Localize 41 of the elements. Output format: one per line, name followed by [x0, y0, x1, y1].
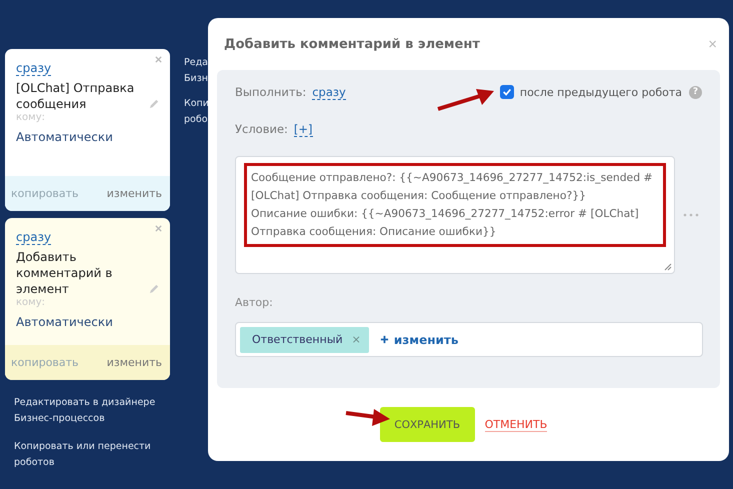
- side-link-fragment: робо: [184, 113, 209, 127]
- checkbox-label: после предыдущего робота: [520, 86, 682, 98]
- delay-link[interactable]: сразу: [16, 61, 52, 76]
- side-link[interactable]: Копировать или перенести роботов: [14, 439, 170, 471]
- more-icon[interactable]: [683, 213, 699, 217]
- card-title: [OLChat] Отправка сообщения: [16, 80, 136, 112]
- delay-link[interactable]: сразу: [16, 230, 52, 245]
- pencil-icon[interactable]: [149, 283, 160, 294]
- author-label: Автор:: [235, 296, 274, 309]
- recipient-value: Автоматически: [16, 315, 114, 329]
- close-icon[interactable]: [155, 225, 162, 232]
- side-link[interactable]: Редактировать в дизайнере Бизнес-процессов: [14, 395, 170, 427]
- side-link-fragment: Копи: [184, 97, 210, 111]
- cancel-link[interactable]: ОТМЕНИТЬ: [484, 418, 548, 432]
- side-link-fragment: Реда: [184, 56, 209, 70]
- run-label: Выполнить:: [235, 85, 306, 99]
- pencil-icon[interactable]: [149, 98, 160, 109]
- annotation-arrow: [344, 408, 392, 428]
- annotation-arrow: [436, 88, 496, 112]
- comment-field[interactable]: [235, 156, 675, 274]
- close-icon[interactable]: [155, 56, 162, 63]
- resize-grip-icon[interactable]: [664, 263, 672, 271]
- card-title: Добавить комментарий в элемент: [16, 249, 114, 297]
- edit-link[interactable]: изменить: [106, 187, 162, 200]
- dialog-title: Добавить комментарий в элемент: [224, 36, 480, 52]
- checkmark-icon: [502, 87, 512, 97]
- change-link[interactable]: изменить: [394, 332, 458, 346]
- comment-text: Описание ошибки: {{~A90673_14696_27277_14752:error # [OLChat] Отправка сообщения: Описание ошибки}}: [251, 206, 640, 240]
- condition-label: Условие:: [235, 122, 288, 136]
- condition-link[interactable]: [+]: [294, 122, 313, 136]
- side-link-fragment: Бизн: [184, 72, 209, 86]
- tag-label: Ответственный: [252, 333, 343, 346]
- run-value-link[interactable]: сразу: [312, 84, 346, 100]
- recipient-value: Автоматически: [16, 130, 114, 144]
- author-field[interactable]: Ответственный × изменить: [235, 322, 703, 357]
- comment-text: Сообщение отправлено?: {{~A90673_14696_27277_14752:is_sended # [OLChat] Отправка сообщения: Сообщение отправлено?}}: [251, 170, 654, 204]
- remove-icon[interactable]: ×: [352, 333, 361, 346]
- save-button[interactable]: СОХРАНИТЬ: [380, 407, 475, 442]
- checkbox[interactable]: [500, 85, 514, 99]
- plus-icon[interactable]: [380, 335, 389, 344]
- edit-link[interactable]: изменить: [106, 356, 162, 369]
